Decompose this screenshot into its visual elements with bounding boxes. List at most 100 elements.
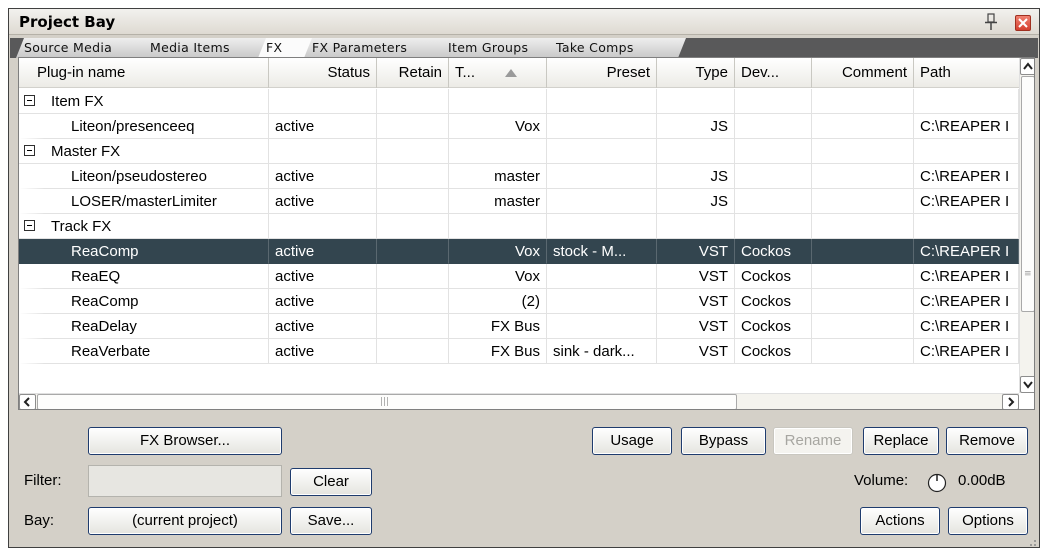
fx-row[interactable]: ReaVerbate active FX Bus sink - dark... VST C… <box>19 339 1019 364</box>
tab-source-media[interactable]: Source Media <box>16 38 152 58</box>
replace-button[interactable]: Replace <box>863 427 939 455</box>
empty-cell <box>812 214 914 239</box>
usage-button[interactable]: Usage <box>592 427 672 455</box>
type-cell: JS <box>657 164 735 189</box>
comment-cell <box>812 339 914 364</box>
fx-row[interactable]: ReaEQ active Vox VST Cockos C:\REAPER I <box>19 264 1019 289</box>
horizontal-scroll-thumb[interactable]: ||| <box>37 394 737 409</box>
fx-row[interactable]: Liteon/pseudostereo active master JS C:\REAP… <box>19 164 1019 189</box>
path-cell: C:\REAPER I <box>914 114 1019 139</box>
title-bar[interactable]: Project Bay <box>9 9 1039 35</box>
col-preset[interactable]: Preset <box>547 58 657 88</box>
group-row[interactable]: Track FX <box>19 214 1019 239</box>
status-cell: active <box>269 164 377 189</box>
horizontal-scrollbar[interactable]: ||| <box>19 393 1019 409</box>
collapse-box-icon[interactable] <box>24 95 35 106</box>
remove-button[interactable]: Remove <box>946 427 1028 455</box>
knob-icon[interactable] <box>927 473 947 493</box>
group-row[interactable]: Master FX <box>19 139 1019 164</box>
comment-cell <box>812 189 914 214</box>
retain-cell <box>377 164 449 189</box>
tab-take-comps[interactable]: Take Comps <box>548 38 686 58</box>
pin-icon[interactable] <box>983 13 999 31</box>
col-device[interactable]: Dev... <box>735 58 812 88</box>
scroll-up-button[interactable] <box>1020 58 1034 75</box>
close-icon[interactable] <box>1015 15 1031 31</box>
col-retain[interactable]: Retain <box>377 58 449 88</box>
empty-cell <box>377 89 449 114</box>
dev-cell: Cockos <box>735 289 812 314</box>
clear-button[interactable]: Clear <box>290 468 372 496</box>
empty-cell <box>547 214 657 239</box>
dev-cell: Cockos <box>735 239 812 264</box>
track-cell: FX Bus <box>449 314 547 339</box>
col-comment[interactable]: Comment <box>812 58 914 88</box>
comment-cell <box>812 314 914 339</box>
path-cell: C:\REAPER I <box>914 314 1019 339</box>
fx-list[interactable]: Plug-in name Status Retain T... Preset T… <box>18 57 1035 410</box>
retain-cell <box>377 189 449 214</box>
col-status[interactable]: Status <box>269 58 377 88</box>
status-cell: active <box>269 264 377 289</box>
empty-cell <box>735 89 812 114</box>
vertical-scrollbar[interactable]: ≡ <box>1019 58 1034 393</box>
preset-cell <box>547 164 657 189</box>
empty-cell <box>547 139 657 164</box>
fx-browser-button[interactable]: FX Browser... <box>88 427 282 455</box>
scroll-down-button[interactable] <box>1020 376 1034 393</box>
fx-row[interactable]: ReaDelay active FX Bus VST Cockos C:\REAPER I <box>19 314 1019 339</box>
track-cell: Vox <box>449 114 547 139</box>
filter-input[interactable] <box>88 465 282 497</box>
type-cell: JS <box>657 189 735 214</box>
bypass-button[interactable]: Bypass <box>681 427 766 455</box>
col-plugin-name[interactable]: Plug-in name <box>19 58 269 88</box>
col-track[interactable]: T... <box>449 58 547 88</box>
grip-icon: ≡ <box>1024 269 1032 279</box>
tab-media-items[interactable]: Media Items <box>142 38 268 58</box>
dev-cell: Cockos <box>735 339 812 364</box>
actions-button[interactable]: Actions <box>860 507 940 535</box>
col-path[interactable]: Path <box>914 58 1019 88</box>
group-label-cell: Master FX <box>19 139 269 164</box>
name-cell: ReaComp <box>19 239 269 264</box>
save-button[interactable]: Save... <box>290 507 372 535</box>
tab-fx-parameters[interactable]: FX Parameters <box>304 38 450 58</box>
path-cell: C:\REAPER I <box>914 239 1019 264</box>
fx-row[interactable]: LOSER/masterLimiter active master JS C:\REAP… <box>19 189 1019 214</box>
group-label-cell: Item FX <box>19 89 269 114</box>
group-row[interactable]: Item FX <box>19 89 1019 114</box>
fx-row[interactable]: ReaComp active Vox stock - M... VST Cockos C:\… <box>19 239 1019 264</box>
status-cell: active <box>269 189 377 214</box>
bay-select[interactable]: (current project) <box>88 507 282 535</box>
dev-cell <box>735 164 812 189</box>
fx-row[interactable]: ReaComp active (2) VST Cockos C:\REAPER I <box>19 289 1019 314</box>
empty-cell <box>547 89 657 114</box>
preset-cell <box>547 314 657 339</box>
name-cell: Liteon/presenceeq <box>19 114 269 139</box>
scroll-right-button[interactable] <box>1002 394 1019 409</box>
collapse-box-icon[interactable] <box>24 145 35 156</box>
dev-cell: Cockos <box>735 264 812 289</box>
volume-label: Volume: <box>854 472 909 489</box>
scroll-left-button[interactable] <box>19 394 36 409</box>
empty-cell <box>449 214 547 239</box>
empty-cell <box>914 214 1019 239</box>
path-cell: C:\REAPER I <box>914 164 1019 189</box>
project-bay-window: Project Bay Source Media Media Items FX … <box>8 8 1040 548</box>
tab-strip: Source Media Media Items FX FX Parameter… <box>10 38 1038 58</box>
vertical-scroll-thumb[interactable]: ≡ <box>1021 76 1034 312</box>
dev-cell <box>735 189 812 214</box>
fx-row[interactable]: Liteon/presenceeq active Vox JS C:\REAPER I <box>19 114 1019 139</box>
empty-cell <box>449 139 547 164</box>
empty-cell <box>449 89 547 114</box>
collapse-box-icon[interactable] <box>24 220 35 231</box>
resize-grip-icon[interactable] <box>1025 535 1037 547</box>
retain-cell <box>377 264 449 289</box>
col-type[interactable]: Type <box>657 58 735 88</box>
type-cell: JS <box>657 114 735 139</box>
options-button[interactable]: Options <box>948 507 1028 535</box>
tab-item-groups[interactable]: Item Groups <box>440 38 558 58</box>
comment-cell <box>812 239 914 264</box>
rename-button[interactable]: Rename <box>773 427 853 455</box>
type-cell: VST <box>657 339 735 364</box>
